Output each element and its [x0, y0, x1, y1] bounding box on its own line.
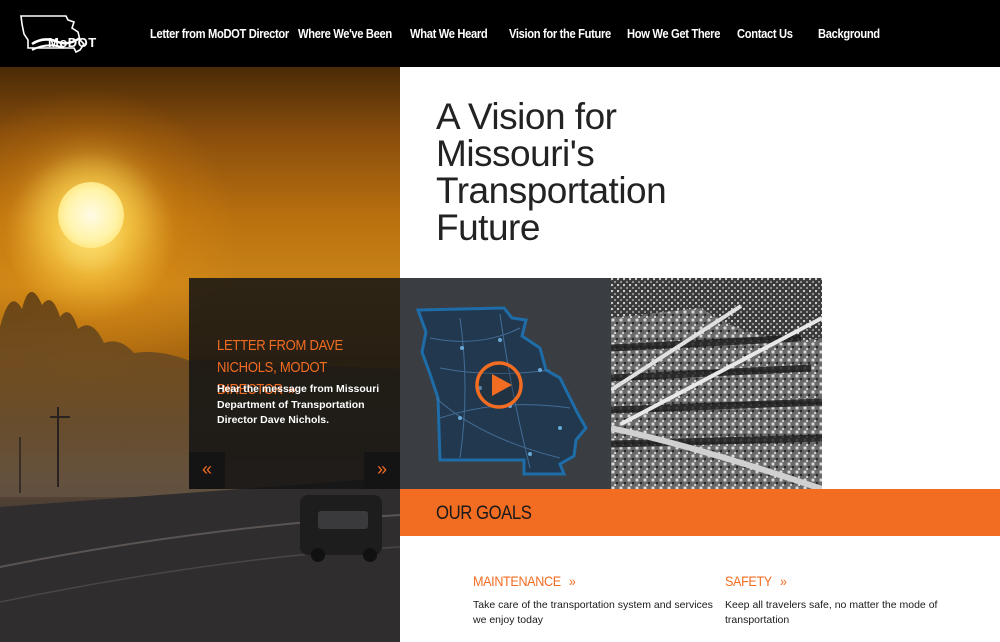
nav-how-we-get-there[interactable]: How We Get There: [627, 26, 720, 41]
goal-title-link[interactable]: Safety »: [725, 573, 941, 589]
double-chevron-right-icon: »: [568, 573, 576, 589]
railroad-photo-tile: [611, 278, 822, 489]
goals-heading: Our Goals: [436, 503, 532, 524]
goal-title: Maintenance: [473, 573, 561, 589]
nav-background[interactable]: Background: [818, 26, 880, 41]
missouri-map-video-tile[interactable]: [400, 278, 611, 489]
goal-description: Take care of the transportation system a…: [473, 599, 713, 626]
nav-contact-us[interactable]: Contact Us: [737, 26, 793, 41]
railroad-tracks-image: [611, 278, 822, 489]
modot-logo[interactable]: MoDOT: [18, 14, 96, 54]
highway-road: [0, 477, 400, 642]
goal-description: Keep all travelers safe, no matter the m…: [725, 599, 938, 626]
missouri-map-icon: [415, 306, 588, 476]
page-title-line: Missouri's: [436, 133, 595, 174]
goal-title: Safety: [725, 573, 772, 589]
page-title-line: A Vision for: [436, 96, 617, 137]
double-chevron-right-icon: »: [779, 573, 787, 589]
page-title: A Vision for Missouri's Transportation F…: [436, 98, 756, 246]
slider-next-button[interactable]: »: [364, 452, 400, 489]
featured-slide-panel: Letter from Dave Nichols, MoDOT Director…: [189, 278, 400, 489]
goal-title-link[interactable]: Maintenance »: [473, 573, 689, 589]
nav-letter-from-director[interactable]: Letter from MoDOT Director: [150, 26, 289, 41]
double-chevron-right-icon: »: [376, 459, 387, 479]
page-title-line: Future: [436, 207, 540, 248]
sun: [58, 182, 124, 248]
nav-where-weve-been[interactable]: Where We've Been: [298, 26, 392, 41]
nav-what-we-heard[interactable]: What We Heard: [410, 26, 488, 41]
goal-maintenance[interactable]: Maintenance » Take care of the transporta…: [473, 573, 713, 628]
slider-prev-button[interactable]: «: [189, 452, 225, 489]
goals-header-bar: Our Goals: [400, 489, 1000, 536]
slide-description: Hear the message from Missouri Departmen…: [217, 383, 380, 426]
top-nav: MoDOT Letter from MoDOT Director Where W…: [0, 0, 1000, 67]
page-title-line: Transportation: [436, 170, 667, 211]
logo-text: MoDOT: [48, 35, 97, 50]
double-chevron-left-icon: «: [201, 459, 212, 479]
nav-vision-for-the-future[interactable]: Vision for the Future: [509, 26, 611, 41]
goal-safety[interactable]: Safety » Keep all travelers safe, no matt…: [725, 573, 965, 628]
